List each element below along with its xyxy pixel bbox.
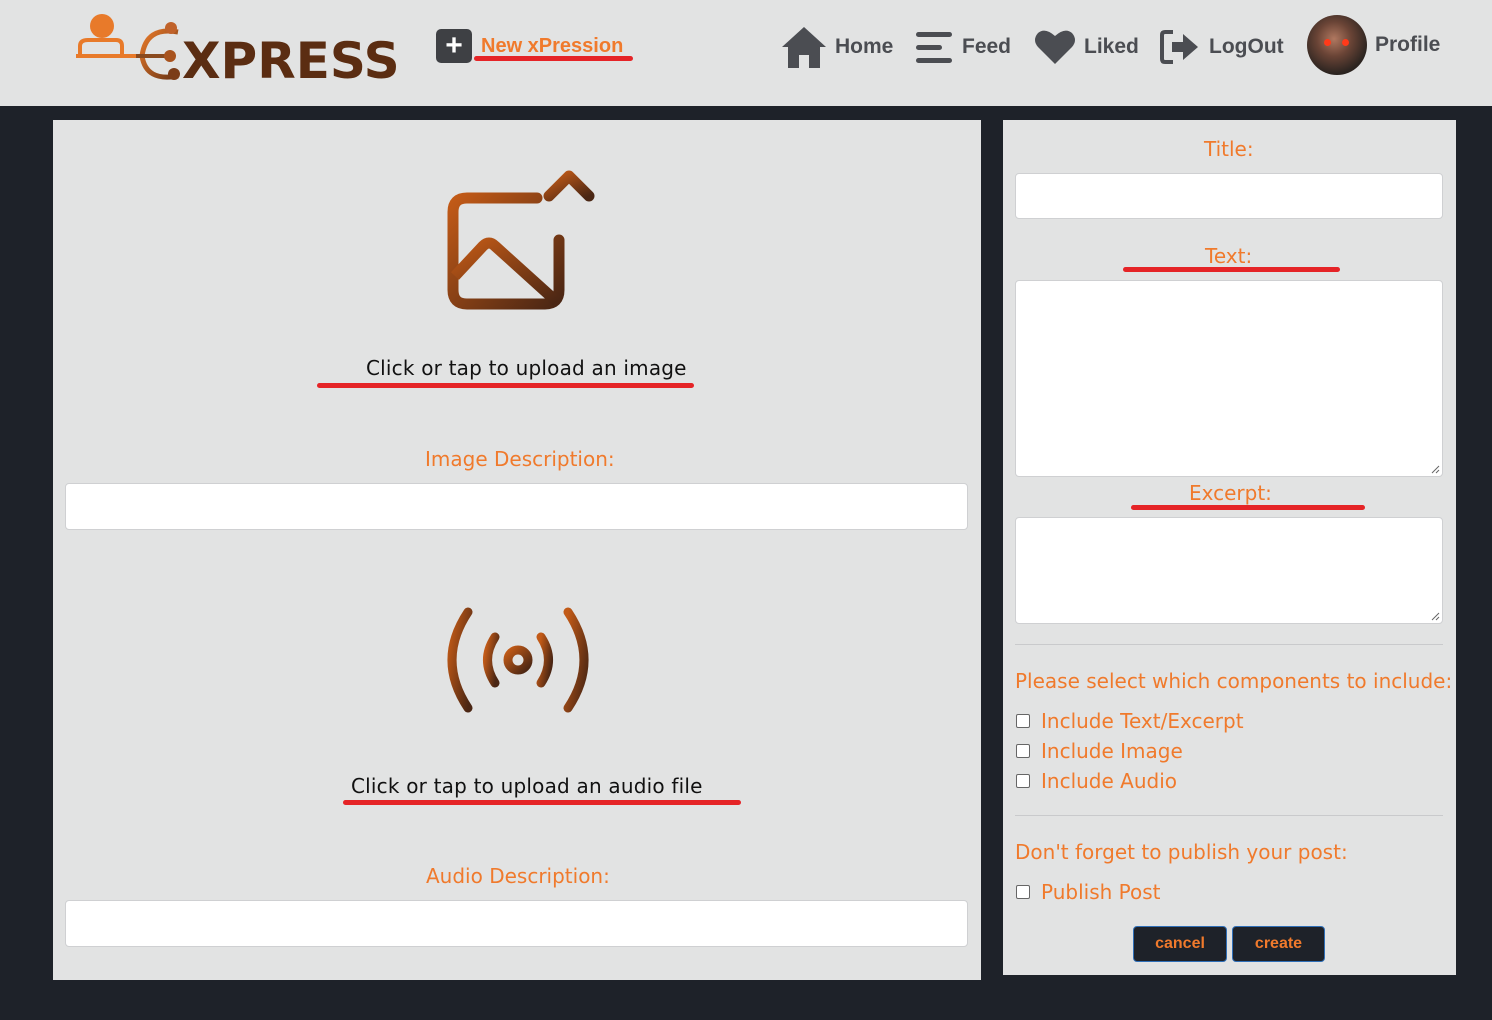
include-text-excerpt-option[interactable]: Include Text/Excerpt xyxy=(1016,709,1244,733)
publish-post-checkbox[interactable] xyxy=(1016,885,1030,899)
include-text-excerpt-label: Include Text/Excerpt xyxy=(1041,709,1244,733)
audio-upload-hint: Click or tap to upload an audio file xyxy=(351,774,703,798)
home-icon xyxy=(782,27,826,68)
audio-upload-icon xyxy=(447,607,589,713)
publish-post-label: Publish Post xyxy=(1041,880,1161,904)
annotation-underline xyxy=(474,56,633,61)
include-image-option[interactable]: Include Image xyxy=(1016,739,1183,763)
image-upload-dropzone[interactable]: Click or tap to upload an image xyxy=(300,160,730,395)
text-textarea[interactable] xyxy=(1015,280,1443,477)
menu-icon xyxy=(916,32,952,63)
logo-wordmark: XPRESS xyxy=(182,32,400,90)
nav-liked[interactable]: Liked xyxy=(1034,20,1139,74)
nav-feed[interactable]: Feed xyxy=(914,20,1011,74)
audio-description-input[interactable] xyxy=(65,900,968,947)
logo-person-icon xyxy=(76,14,180,80)
text-label: Text: xyxy=(1205,244,1253,268)
heart-icon xyxy=(1035,30,1075,65)
cancel-button[interactable]: cancel xyxy=(1133,926,1227,962)
top-navbar: XPRESS + New xPression Home Feed Liked L… xyxy=(0,0,1492,106)
include-image-checkbox[interactable] xyxy=(1016,744,1030,758)
publish-post-option[interactable]: Publish Post xyxy=(1016,880,1161,904)
audio-upload-dropzone[interactable]: Click or tap to upload an audio file xyxy=(300,590,760,810)
include-audio-option[interactable]: Include Audio xyxy=(1016,769,1177,793)
components-prompt: Please select which components to includ… xyxy=(1015,669,1453,693)
nav-liked-label: Liked xyxy=(1084,35,1139,58)
resize-grip-icon[interactable] xyxy=(1430,611,1440,621)
new-xpression-label: New xPression xyxy=(481,34,624,57)
annotation-underline xyxy=(343,800,741,805)
divider xyxy=(1015,815,1443,816)
nav-logout[interactable]: LogOut xyxy=(1159,20,1284,74)
divider xyxy=(1015,644,1443,645)
image-description-label: Image Description: xyxy=(425,447,615,471)
nav-feed-label: Feed xyxy=(962,35,1012,58)
image-upload-hint: Click or tap to upload an image xyxy=(366,356,687,380)
nav-profile-label: Profile xyxy=(1375,33,1441,56)
image-description-input[interactable] xyxy=(65,483,968,530)
title-label: Title: xyxy=(1204,137,1254,161)
include-audio-checkbox[interactable] xyxy=(1016,774,1030,788)
logout-icon xyxy=(1160,30,1198,64)
annotation-underline xyxy=(1131,505,1365,510)
app-logo[interactable]: XPRESS xyxy=(74,12,404,90)
nav-home[interactable]: Home xyxy=(781,20,893,74)
include-audio-label: Include Audio xyxy=(1041,769,1178,793)
nav-profile[interactable]: Profile xyxy=(1307,15,1440,75)
excerpt-textarea[interactable] xyxy=(1015,517,1443,624)
annotation-underline xyxy=(1123,267,1340,272)
nav-logout-label: LogOut xyxy=(1209,35,1284,58)
excerpt-label: Excerpt: xyxy=(1189,481,1272,505)
publish-prompt: Don't forget to publish your post: xyxy=(1015,840,1348,864)
include-text-excerpt-checkbox[interactable] xyxy=(1016,714,1030,728)
image-upload-icon xyxy=(447,170,595,310)
plus-icon: + xyxy=(436,29,472,63)
include-image-label: Include Image xyxy=(1041,739,1183,763)
nav-home-label: Home xyxy=(835,35,894,58)
title-input[interactable] xyxy=(1015,173,1443,219)
resize-grip-icon[interactable] xyxy=(1430,464,1440,474)
annotation-underline xyxy=(317,383,694,388)
audio-description-label: Audio Description: xyxy=(426,864,610,888)
create-button[interactable]: create xyxy=(1232,926,1325,962)
avatar xyxy=(1307,15,1367,75)
